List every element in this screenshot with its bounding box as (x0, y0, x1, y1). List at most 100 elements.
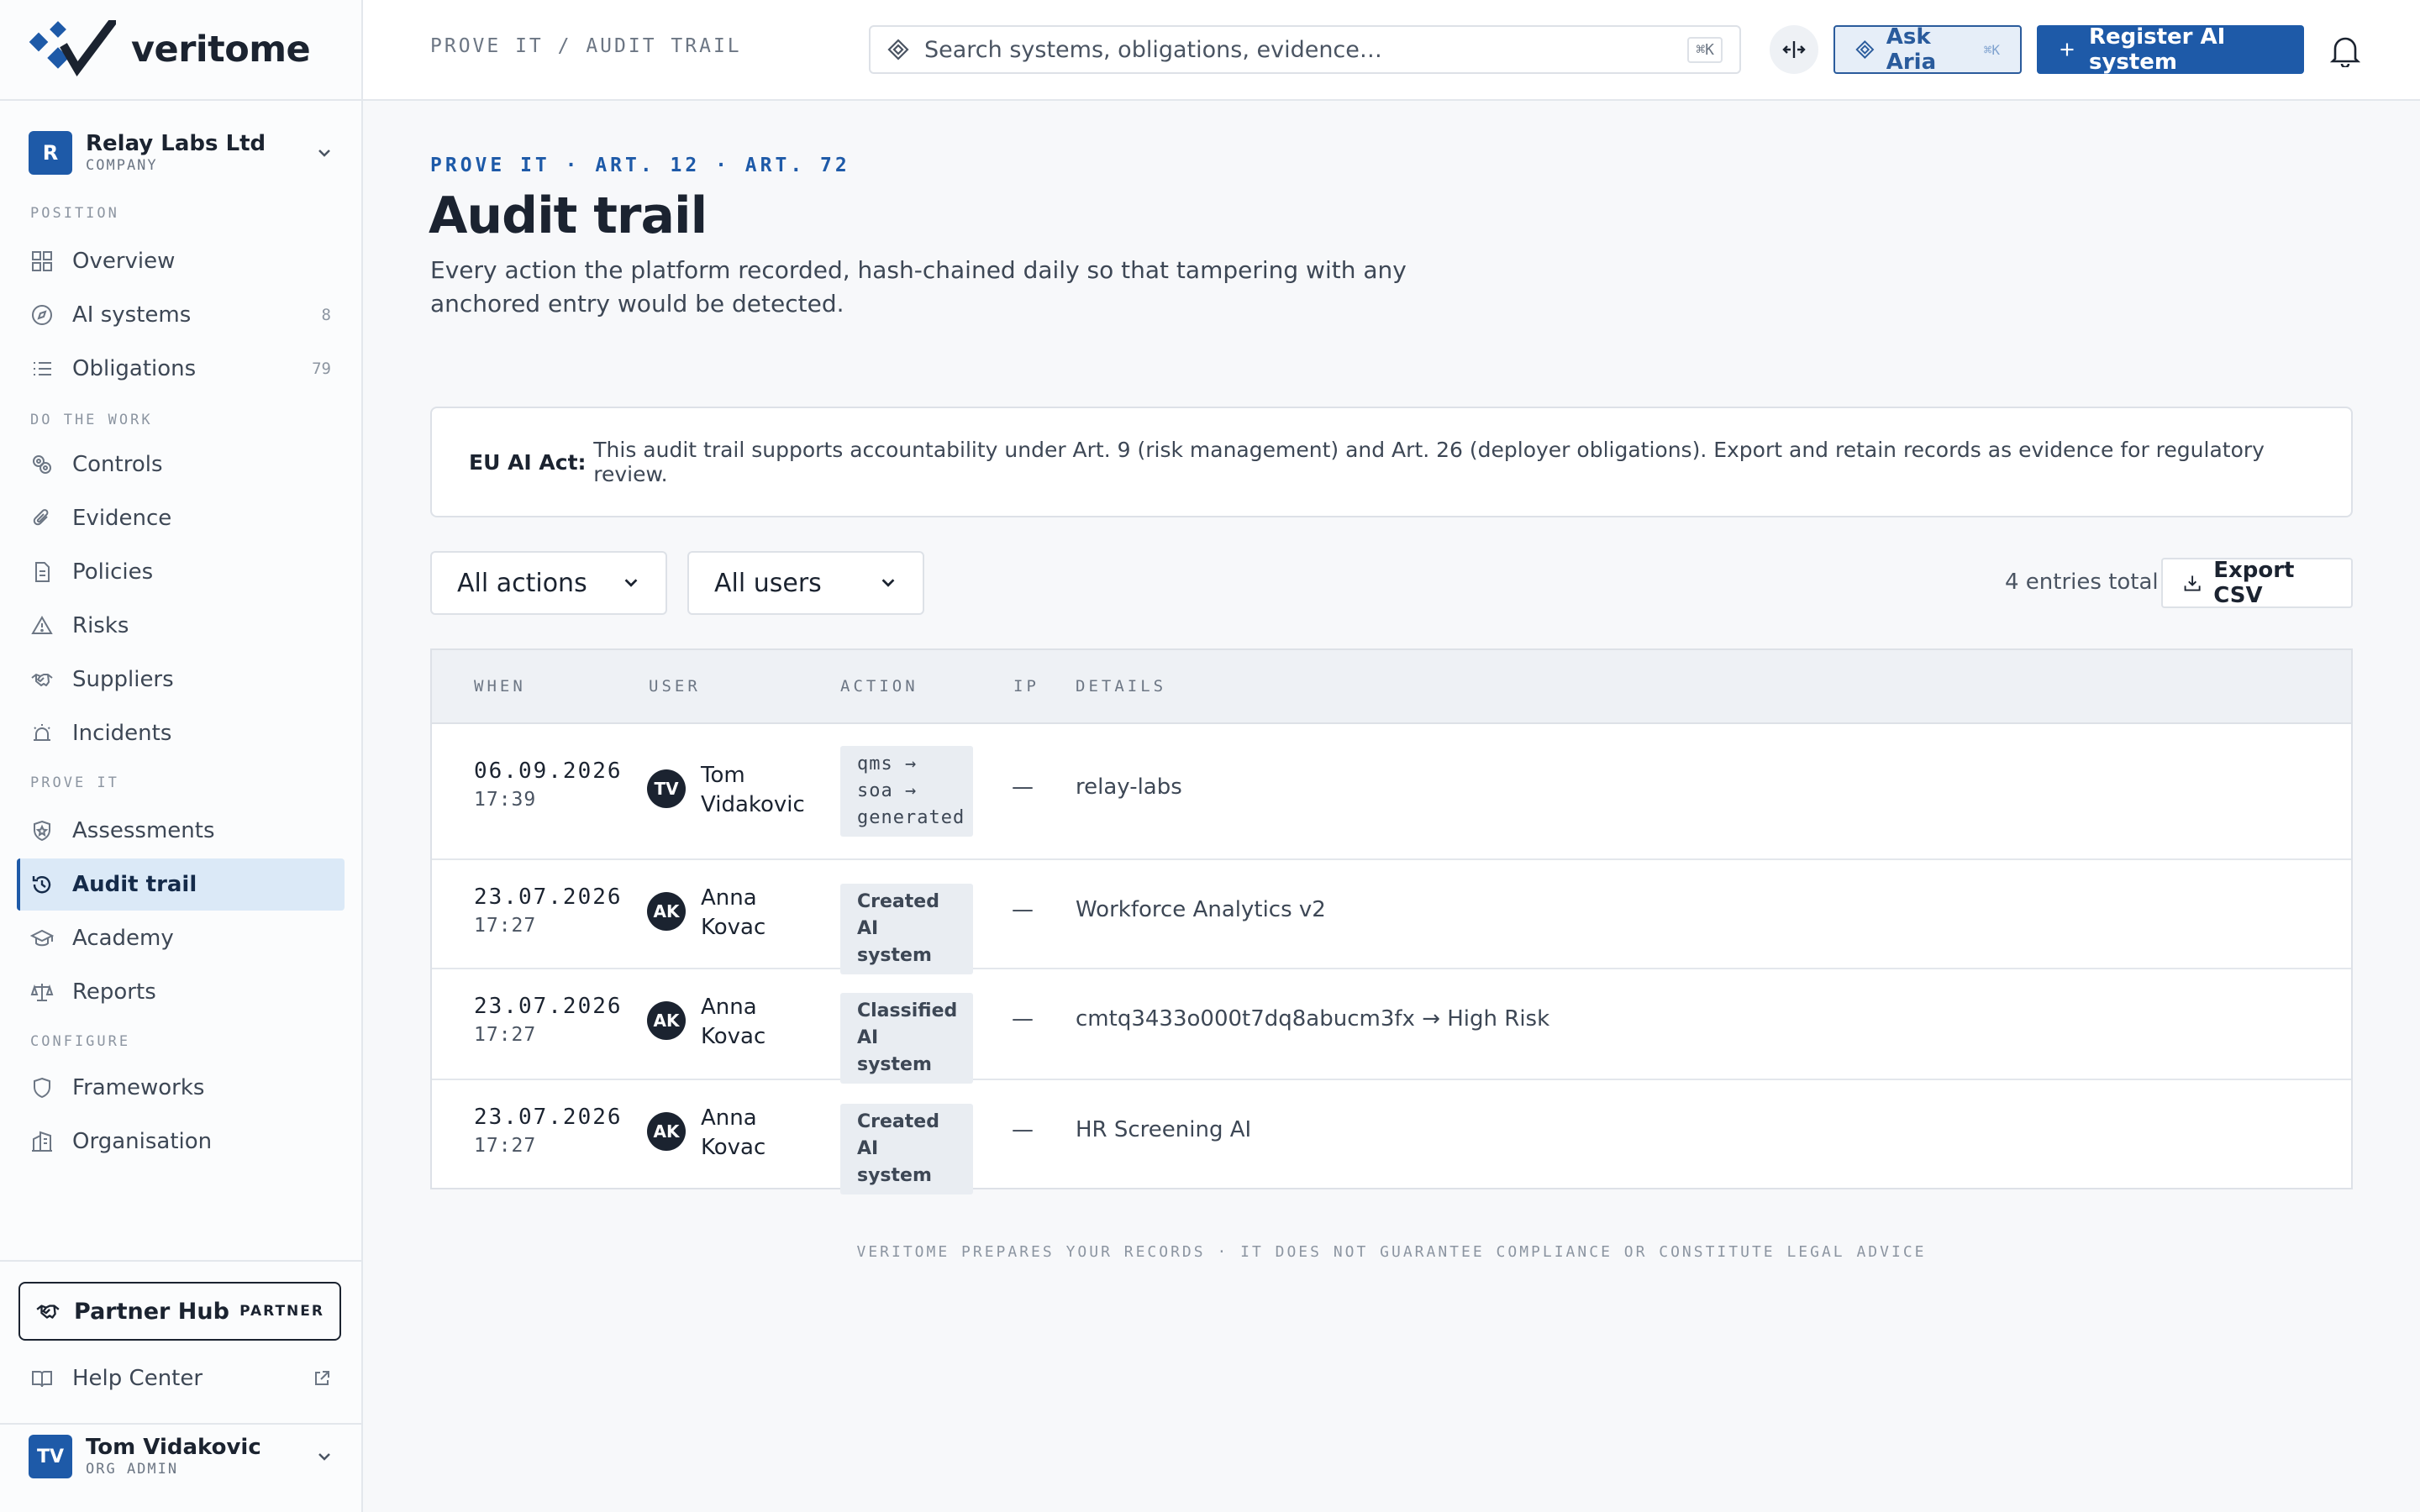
entry-date: 23.07.2026 (474, 1105, 623, 1130)
details-cell: relay-labs (1076, 774, 1182, 800)
plus-icon (2060, 43, 2074, 56)
ask-aria-button[interactable]: Ask Aria ⌘K (1833, 24, 2022, 75)
org-switcher[interactable]: R Relay Labs Ltd COMPANY (29, 128, 334, 178)
sidebar-item-label: Overview (72, 249, 176, 274)
when-cell: 06.09.2026 17:39 (474, 756, 623, 813)
user-cell: AK Anna Kovac (647, 1104, 832, 1164)
user-avatar: AK (647, 1112, 686, 1151)
help-center-label: Help Center (72, 1366, 203, 1391)
sidebar-item-frameworks[interactable]: Frameworks (17, 1062, 345, 1114)
table-row[interactable]: 23.07.2026 17:27 AK Anna Kovac Classifie… (432, 968, 2351, 1084)
sidebar-item-reports[interactable]: Reports (17, 966, 345, 1018)
sidebar-item-organisation[interactable]: Organisation (17, 1116, 345, 1168)
sidebar-item-overview[interactable]: Overview (17, 235, 345, 287)
siren-icon (34, 724, 50, 741)
brand-logo[interactable]: veritome (29, 20, 311, 79)
sidebar-item-label: Suppliers (72, 667, 174, 692)
register-label: Register AI system (2088, 24, 2226, 75)
search-placeholder: Search systems, obligations, evidence… (924, 36, 1382, 63)
gears-icon (33, 455, 51, 474)
entries-count: 4 entries total (2005, 570, 2159, 595)
sidebar-item-assessments[interactable]: Assessments (17, 805, 345, 857)
external-link-icon (315, 1371, 329, 1385)
history-icon (32, 876, 51, 894)
action-badge: qms → soa → generated (840, 746, 973, 837)
help-center-link[interactable]: Help Center (17, 1352, 345, 1404)
when-cell: 23.07.2026 17:27 (474, 882, 623, 939)
top-bar: PROVE IT / AUDIT TRAIL Search systems, o… (363, 0, 2420, 101)
collapse-toggle-button[interactable] (1770, 25, 1818, 74)
action-line: Created (857, 1111, 939, 1132)
sidebar-item-evidence[interactable]: Evidence (17, 492, 345, 544)
bell-icon[interactable] (2329, 34, 2361, 67)
table-row[interactable]: 06.09.2026 17:39 TV Tom Vidakovic qms → … (432, 722, 2351, 860)
actions-filter-select[interactable]: All actions (430, 551, 667, 615)
audit-table: WHEN USER ACTION IP DETAILS 06.09.2026 1… (430, 648, 2353, 1194)
partner-badge: PARTNER (239, 1303, 324, 1320)
sidebar-item-audit-trail[interactable]: Audit trail (17, 858, 345, 911)
entry-date: 23.07.2026 (474, 885, 623, 910)
sidebar: veritome R Relay Labs Ltd COMPANY POSITI… (0, 0, 363, 1512)
user-avatar: AK (647, 1001, 686, 1040)
handshake-icon (36, 1305, 60, 1319)
notice-heading: EU AI Act: (469, 449, 594, 475)
partner-hub-label: Partner Hub (74, 1298, 229, 1325)
sidebar-item-risks[interactable]: Risks (17, 600, 345, 652)
sidebar-item-obligations[interactable]: Obligations 79 (17, 343, 345, 395)
table-row[interactable]: 23.07.2026 17:27 AK Anna Kovac Created A… (432, 1079, 2351, 1194)
action-badge: Classified AI system (840, 993, 973, 1084)
table-header: WHEN USER ACTION IP DETAILS (432, 650, 2351, 724)
sidebar-item-label: Academy (72, 926, 174, 951)
register-ai-system-button[interactable]: Register AI system (2037, 24, 2304, 75)
book-icon (32, 1371, 52, 1388)
export-csv-button[interactable]: Export CSV (2161, 558, 2353, 608)
sidebar-divider (0, 1423, 361, 1425)
action-line: Created (857, 891, 939, 912)
sidebar-item-label: Obligations (72, 356, 197, 381)
sidebar-item-incidents[interactable]: Incidents (17, 707, 345, 759)
sidebar-item-policies[interactable]: Policies (17, 546, 345, 598)
action-line: generated (857, 807, 965, 828)
legal-footnote: VERITOME PREPARES YOUR RECORDS · IT DOES… (856, 1243, 1927, 1261)
user-name: Tom Vidakovic (701, 761, 827, 820)
shield-star-icon (34, 820, 50, 842)
org-avatar: R (29, 131, 72, 175)
paperclip-icon (33, 509, 49, 526)
entry-time: 17:39 (474, 789, 537, 811)
user-cell: AK Anna Kovac (647, 884, 832, 944)
sidebar-item-suppliers[interactable]: Suppliers (17, 654, 345, 706)
entry-date: 06.09.2026 (474, 759, 623, 784)
table-row[interactable]: 23.07.2026 17:27 AK Anna Kovac Created A… (432, 858, 2351, 974)
ip-cell: — (1012, 897, 1034, 922)
sidebar-item-label: Frameworks (72, 1075, 205, 1100)
graduation-cap-icon (30, 929, 54, 947)
user-first-name: Tom (701, 763, 745, 788)
when-cell: 23.07.2026 17:27 (474, 1102, 623, 1159)
users-filter-value: All users (714, 568, 822, 598)
column-user: USER (649, 677, 701, 696)
search-input[interactable]: Search systems, obligations, evidence… ⌘… (869, 25, 1741, 74)
user-cell: AK Anna Kovac (647, 993, 832, 1053)
action-line: AI system (857, 918, 932, 966)
entry-time: 17:27 (474, 1135, 537, 1157)
list-icon (34, 362, 51, 375)
column-action: ACTION (840, 677, 918, 696)
shield-icon (34, 1077, 50, 1099)
entry-time: 17:27 (474, 1024, 537, 1046)
user-first-name: Anna (701, 995, 757, 1020)
sidebar-item-ai-systems[interactable]: AI systems 8 (17, 289, 345, 341)
users-filter-select[interactable]: All users (687, 551, 924, 615)
page-title: Audit trail (429, 186, 708, 245)
user-menu[interactable]: TV Tom Vidakovic ORG ADMIN (29, 1431, 334, 1482)
sparkle-diamond-icon (1855, 40, 1875, 59)
user-name: Anna Kovac (701, 1104, 827, 1163)
sidebar-item-label: Assessments (72, 818, 215, 843)
veritome-logo-icon (29, 20, 116, 77)
partner-hub-button[interactable]: Partner Hub PARTNER (18, 1282, 341, 1341)
breadcrumb: PROVE IT / AUDIT TRAIL (430, 35, 742, 57)
sidebar-item-controls[interactable]: Controls (17, 438, 345, 491)
sidebar-item-academy[interactable]: Academy (17, 912, 345, 964)
warning-icon (31, 616, 53, 634)
user-last-name: Vidakovic (701, 792, 805, 817)
user-avatar: TV (29, 1435, 72, 1478)
